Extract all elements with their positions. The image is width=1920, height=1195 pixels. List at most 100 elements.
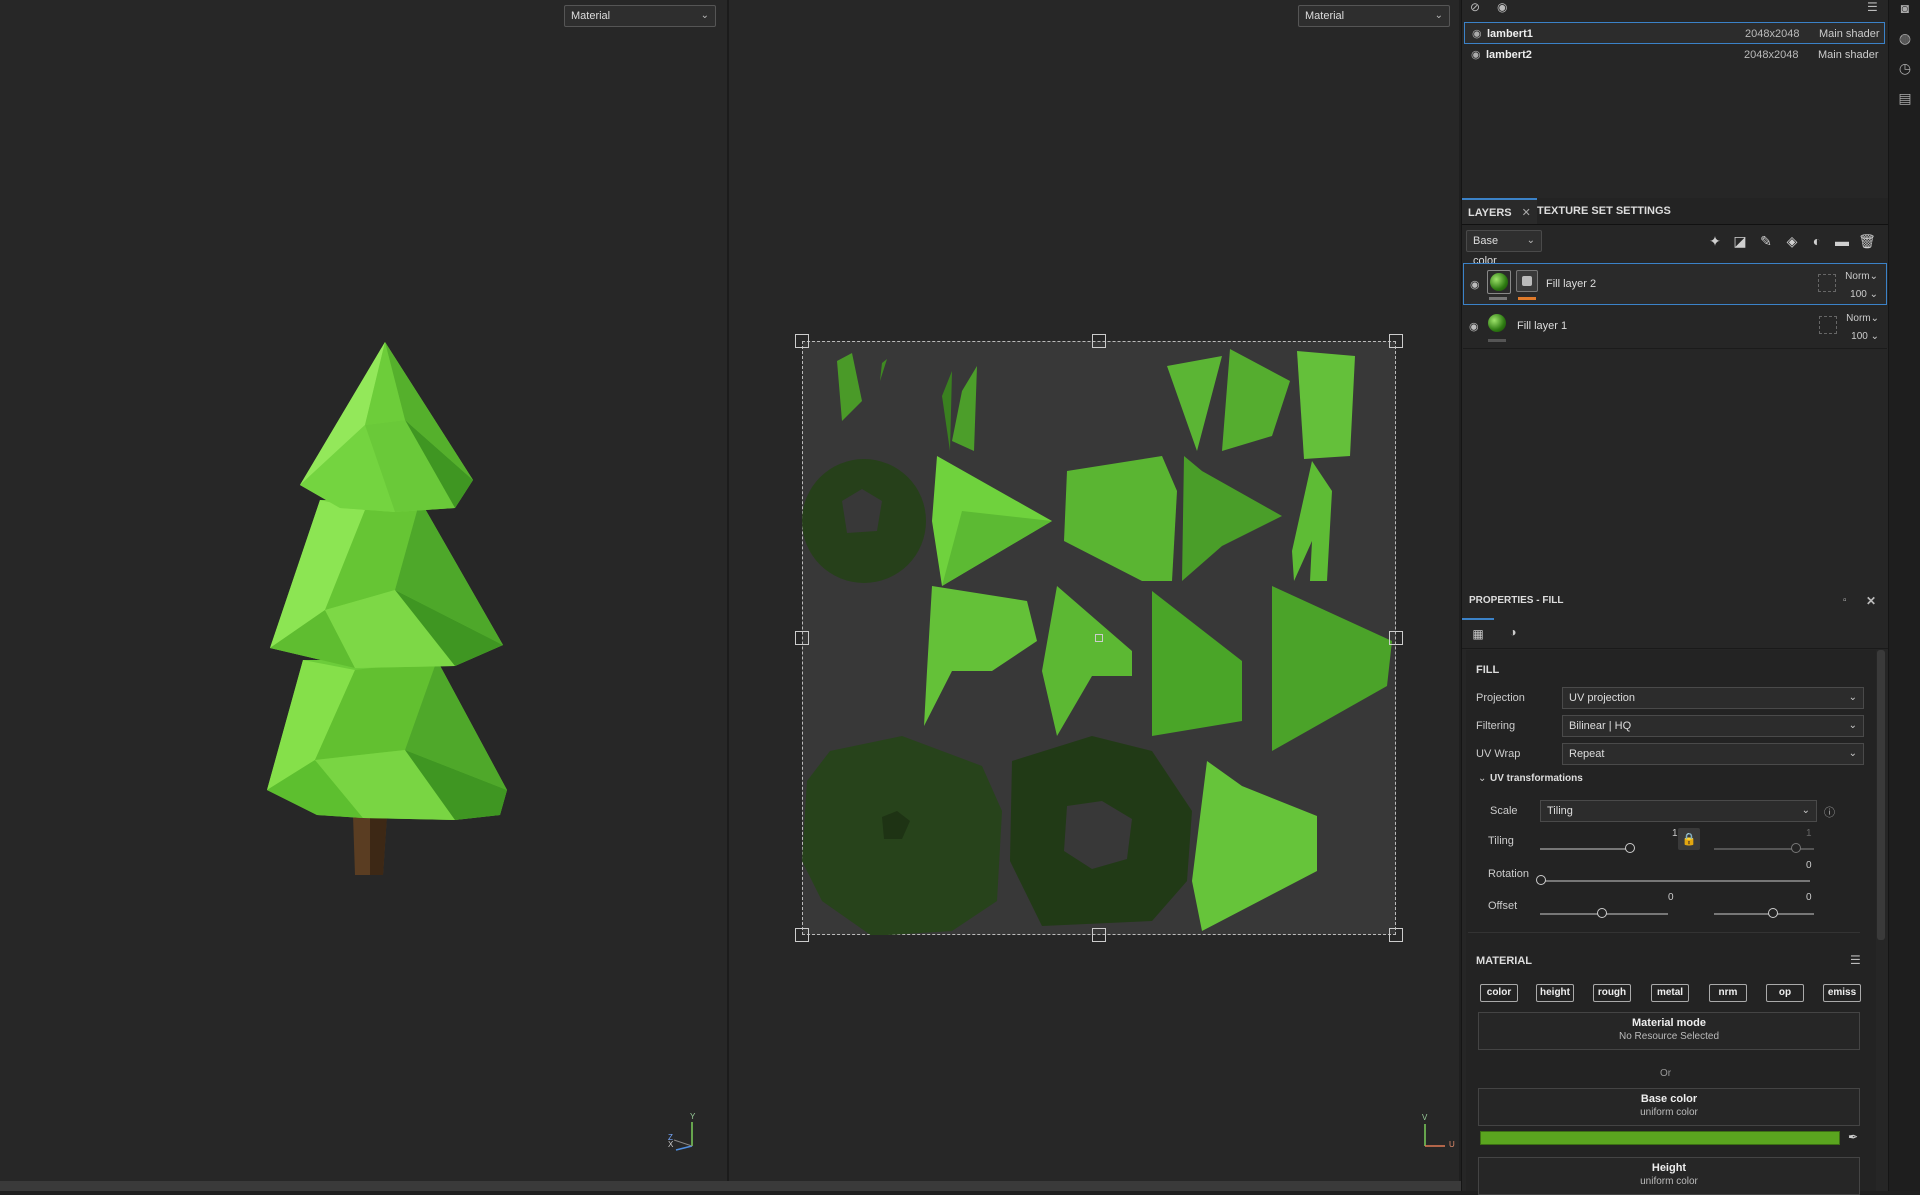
properties-tabs: ▦ ◑: [1462, 618, 1888, 649]
offset-v-knob[interactable]: [1768, 908, 1778, 918]
lock-icon[interactable]: 🔒: [1678, 828, 1700, 850]
rotation-value[interactable]: 0: [1806, 860, 1812, 871]
layer-mask-slot[interactable]: [1818, 274, 1836, 292]
add-folder-icon[interactable]: ▬: [1833, 232, 1851, 250]
transform-handle-t[interactable]: [1092, 334, 1106, 348]
add-effect-icon[interactable]: ◐: [1808, 232, 1826, 250]
chevron-down-icon: ⌄: [1848, 748, 1857, 759]
maximize-icon[interactable]: ▫: [1843, 590, 1847, 612]
blend-mode[interactable]: Norm: [1845, 271, 1869, 282]
scale-select[interactable]: Tiling ⌄: [1540, 800, 1817, 822]
transform-handle-bl[interactable]: [795, 928, 809, 942]
tiling-u-value[interactable]: 1: [1672, 828, 1678, 839]
properties-scrollbar[interactable]: [1877, 650, 1885, 940]
transform-handle-br[interactable]: [1389, 928, 1403, 942]
delete-icon[interactable]: 🗑: [1858, 232, 1876, 250]
history-icon[interactable]: ◷: [1897, 60, 1913, 76]
offset-v-slider[interactable]: [1714, 913, 1814, 915]
transform-handle-tr[interactable]: [1389, 334, 1403, 348]
close-icon[interactable]: ✕: [1866, 590, 1876, 612]
layer-blend[interactable]: Norm⌄ 100 ⌄: [1845, 268, 1878, 304]
uv-wrap-select[interactable]: Repeat ⌄: [1562, 743, 1864, 765]
eye-icon[interactable]: ◉: [1472, 23, 1482, 45]
transform-handle-tl[interactable]: [795, 334, 809, 348]
channel-toggle-color[interactable]: color: [1480, 984, 1518, 1002]
layer-opacity[interactable]: 100: [1850, 289, 1867, 300]
offset-u-value[interactable]: 0: [1668, 892, 1674, 903]
tab-texture-set-settings[interactable]: TEXTURE SET SETTINGS: [1531, 198, 1677, 224]
properties-header: PROPERTIES - FILL ▫ ✕: [1462, 590, 1888, 612]
mask-thumbnail[interactable]: [1516, 270, 1538, 292]
channel-toggle-metal[interactable]: metal: [1651, 984, 1689, 1002]
visibility-toggle-icon[interactable]: ⊘: [1470, 0, 1480, 14]
texture-set-row[interactable]: ◉ lambert2 2048x2048 Main shader: [1464, 44, 1885, 66]
channel-toggle-height[interactable]: height: [1536, 984, 1574, 1002]
channel-toggle-op[interactable]: op: [1766, 984, 1804, 1002]
material-options-icon[interactable]: ☰: [1850, 953, 1861, 967]
tab-layers[interactable]: LAYERS ✕: [1462, 198, 1537, 224]
log-icon[interactable]: ▤: [1897, 90, 1913, 106]
add-mask-icon[interactable]: ◪: [1731, 232, 1749, 250]
tiling-label: Tiling: [1488, 835, 1514, 847]
viewport-mode-select[interactable]: Material ⌄: [1298, 5, 1450, 27]
close-icon[interactable]: ✕: [1522, 207, 1531, 219]
list-settings-icon[interactable]: ☰: [1867, 0, 1878, 14]
rotation-slider[interactable]: [1540, 880, 1810, 882]
eye-icon[interactable]: ◉: [1470, 278, 1480, 291]
base-color-card[interactable]: Base color uniform color: [1478, 1088, 1860, 1126]
rotation-knob[interactable]: [1536, 875, 1546, 885]
tiling-u-knob[interactable]: [1625, 843, 1635, 853]
channel-label: height: [1540, 987, 1570, 998]
camera-icon[interactable]: ◙: [1897, 0, 1913, 16]
channel-select[interactable]: Base color ⌄: [1466, 230, 1542, 267]
blend-mode[interactable]: Norm: [1846, 313, 1870, 324]
mask-selected-indicator: [1518, 297, 1536, 300]
base-color-subtitle: uniform color: [1640, 1107, 1698, 1118]
projection-select[interactable]: UV projection ⌄: [1562, 687, 1864, 709]
transform-handle-b[interactable]: [1092, 928, 1106, 942]
layer-opacity[interactable]: 100: [1851, 331, 1868, 342]
rotation-label: Rotation: [1488, 868, 1529, 880]
3d-viewport[interactable]: Material ⌄ Y X Z: [0, 0, 729, 1181]
height-card[interactable]: Height uniform color: [1478, 1157, 1860, 1195]
channel-label: op: [1778, 987, 1792, 998]
2d-uv-viewport[interactable]: Material ⌄ V U: [729, 0, 1459, 1181]
layer-mask-slot[interactable]: [1819, 316, 1837, 334]
offset-u-knob[interactable]: [1597, 908, 1607, 918]
uv-transformations-header[interactable]: UV transformations: [1490, 773, 1583, 784]
texture-set-row[interactable]: ◉ lambert1 2048x2048 Main shader: [1464, 22, 1885, 44]
channel-toggle-emiss[interactable]: emiss: [1823, 984, 1861, 1002]
add-paint-layer-icon[interactable]: ✎: [1757, 232, 1775, 250]
axis-v-label: V: [1422, 1113, 1428, 1122]
tiling-v-knob: [1791, 843, 1801, 853]
material-mode-subtitle: No Resource Selected: [1618, 1031, 1720, 1042]
eye-icon[interactable]: ◉: [1471, 44, 1481, 66]
base-color-swatch[interactable]: [1480, 1131, 1840, 1145]
collapse-chevron-icon[interactable]: ⌄: [1478, 773, 1486, 784]
axis-z-label: Z: [668, 1133, 673, 1142]
transform-center-handle[interactable]: [1095, 634, 1103, 642]
filtering-value: Bilinear | HQ: [1569, 720, 1632, 732]
eyedropper-icon[interactable]: ✒: [1848, 1130, 1858, 1144]
layer-row[interactable]: ◉ Fill layer 1 Norm⌄ 100 ⌄: [1463, 306, 1887, 349]
environment-icon[interactable]: ◍: [1897, 30, 1913, 46]
transform-handle-r[interactable]: [1389, 631, 1403, 645]
eye-icon[interactable]: ◉: [1469, 320, 1479, 333]
info-icon[interactable]: ⓘ: [1824, 804, 1835, 820]
layer-row[interactable]: ◉ Fill layer 2 Norm⌄ 100 ⌄: [1463, 263, 1887, 305]
magic-wand-icon[interactable]: ✦: [1706, 232, 1724, 250]
material-tab-icon[interactable]: ◑: [1498, 618, 1528, 648]
filtering-select[interactable]: Bilinear | HQ ⌄: [1562, 715, 1864, 737]
tiling-u-slider[interactable]: [1540, 848, 1630, 850]
add-fill-layer-icon[interactable]: ◈: [1783, 232, 1801, 250]
eye-icon[interactable]: ◉: [1497, 0, 1507, 14]
material-mode-card[interactable]: Material mode No Resource Selected: [1478, 1012, 1860, 1050]
viewport-mode-select[interactable]: Material ⌄: [564, 5, 716, 27]
channel-toggle-nrm[interactable]: nrm: [1709, 984, 1747, 1002]
viewport-mode-label: Material: [1305, 10, 1345, 22]
channel-toggle-rough[interactable]: rough: [1593, 984, 1631, 1002]
offset-v-value[interactable]: 0: [1806, 892, 1812, 903]
fill-settings-tab-icon[interactable]: ▦: [1462, 618, 1494, 648]
layer-blend[interactable]: Norm⌄ 100 ⌄: [1846, 310, 1879, 346]
transform-handle-l[interactable]: [795, 631, 809, 645]
